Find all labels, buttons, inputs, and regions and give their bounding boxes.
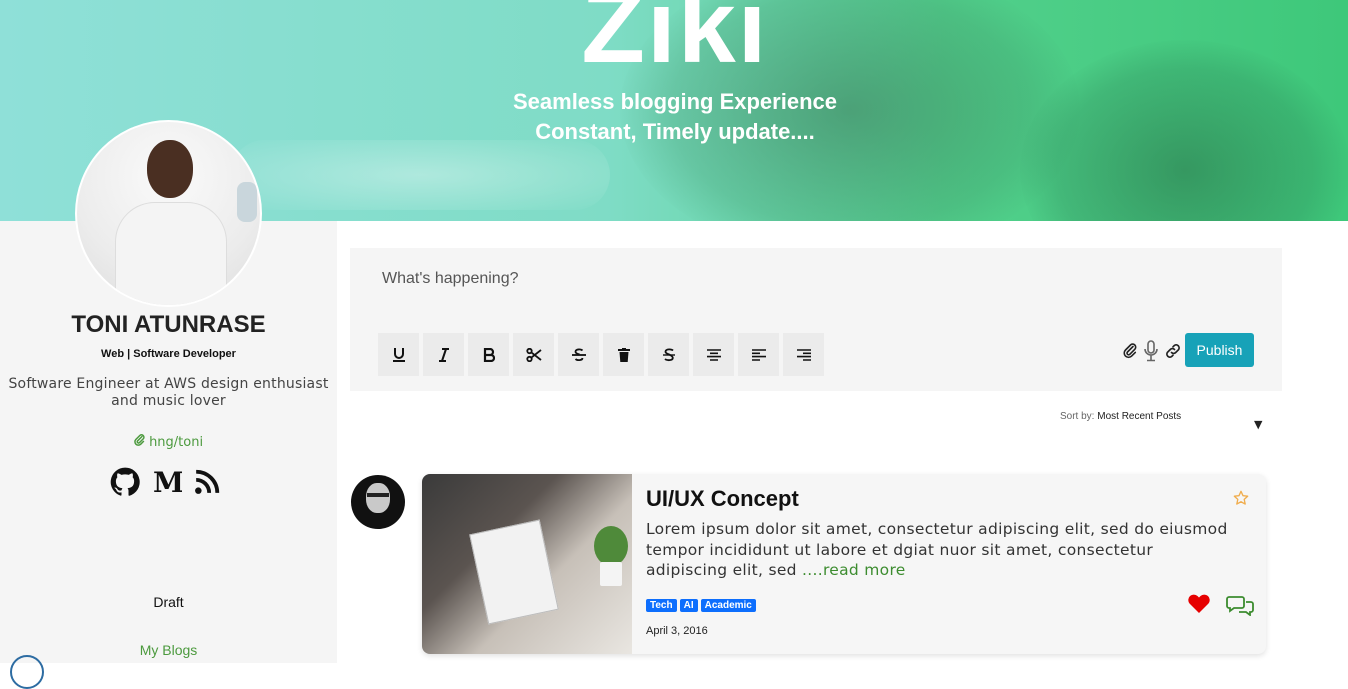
profile-link[interactable]: hng/toni — [0, 434, 337, 450]
thumbnail-newspaper — [469, 519, 559, 625]
sidebar-item-draft[interactable]: Draft — [0, 594, 337, 610]
align-left-icon[interactable] — [738, 333, 779, 376]
sidebar-bottom-icon[interactable] — [10, 655, 44, 689]
post-tags: Tech AI Academic — [646, 599, 756, 612]
sort-label: Sort by: — [1060, 411, 1095, 422]
author-face — [366, 483, 390, 513]
trash-icon[interactable] — [603, 333, 644, 376]
post-author-avatar[interactable] — [351, 475, 405, 529]
profile-bio: Software Engineer at AWS design enthusia… — [8, 376, 329, 409]
thumbnail-pot — [600, 562, 622, 586]
brand-logo: Ziki — [581, 0, 769, 85]
post-thumbnail[interactable] — [422, 474, 632, 654]
profile-avatar — [75, 120, 262, 307]
github-icon[interactable] — [110, 467, 140, 501]
chevron-down-icon[interactable]: ▼ — [1254, 418, 1262, 431]
sort-value: Most Recent Posts — [1097, 411, 1182, 422]
sidebar-item-my-blogs[interactable]: My Blogs — [0, 642, 337, 658]
attach-icon[interactable] — [1123, 343, 1137, 363]
bold-icon[interactable] — [468, 333, 509, 376]
post-excerpt-text: Lorem ipsum dolor sit amet, consectetur … — [646, 520, 1228, 579]
sort-selector[interactable]: Sort by: Most Recent Posts — [1060, 411, 1181, 422]
tagline-line1: Seamless blogging Experience — [512, 89, 837, 114]
post-composer: What's happening? Publish — [350, 248, 1282, 391]
profile-role: Web | Software Developer — [101, 348, 236, 360]
avatar-head — [147, 140, 193, 198]
rss-icon[interactable] — [194, 469, 220, 499]
tag-badge[interactable]: Tech — [646, 599, 677, 612]
avatar-shirt — [115, 202, 227, 305]
profile-name: TONI ATUNRASE — [71, 311, 266, 338]
avatar-background — [237, 182, 257, 222]
read-more-link[interactable]: ....read more — [802, 561, 906, 579]
align-right-icon[interactable] — [783, 333, 824, 376]
strike-s-icon[interactable] — [648, 333, 689, 376]
composer-input[interactable]: What's happening? — [382, 270, 518, 288]
social-links: M — [110, 466, 230, 501]
composer-attachments — [1123, 340, 1181, 366]
strikethrough-icon[interactable] — [558, 333, 599, 376]
post-date: April 3, 2016 — [646, 625, 708, 637]
tagline-line2: Constant, Timely update.... — [535, 119, 815, 144]
svg-text:M: M — [153, 469, 182, 495]
post-excerpt: Lorem ipsum dolor sit amet, consectetur … — [646, 519, 1236, 581]
format-toolbar — [378, 333, 824, 376]
cut-icon[interactable] — [513, 333, 554, 376]
heart-icon[interactable] — [1187, 592, 1211, 618]
hero-cloud — [230, 140, 610, 210]
post-title[interactable]: UI/UX Concept — [646, 486, 799, 512]
align-center-icon[interactable] — [693, 333, 734, 376]
microphone-icon[interactable] — [1143, 340, 1159, 366]
italic-icon[interactable] — [423, 333, 464, 376]
tag-badge[interactable]: AI — [679, 599, 698, 612]
profile-link-text: hng/toni — [149, 435, 204, 450]
author-glasses — [367, 493, 389, 497]
star-icon[interactable] — [1233, 490, 1249, 510]
link-icon[interactable] — [1165, 343, 1181, 363]
post-card[interactable]: UI/UX Concept Lorem ipsum dolor sit amet… — [422, 474, 1266, 654]
medium-icon[interactable]: M — [152, 466, 184, 499]
publish-button[interactable]: Publish — [1185, 333, 1254, 367]
paperclip-icon — [134, 434, 145, 450]
thumbnail-plant — [594, 526, 628, 566]
tag-badge[interactable]: Academic — [700, 599, 756, 612]
underline-icon[interactable] — [378, 333, 419, 376]
comments-icon[interactable] — [1226, 594, 1254, 620]
